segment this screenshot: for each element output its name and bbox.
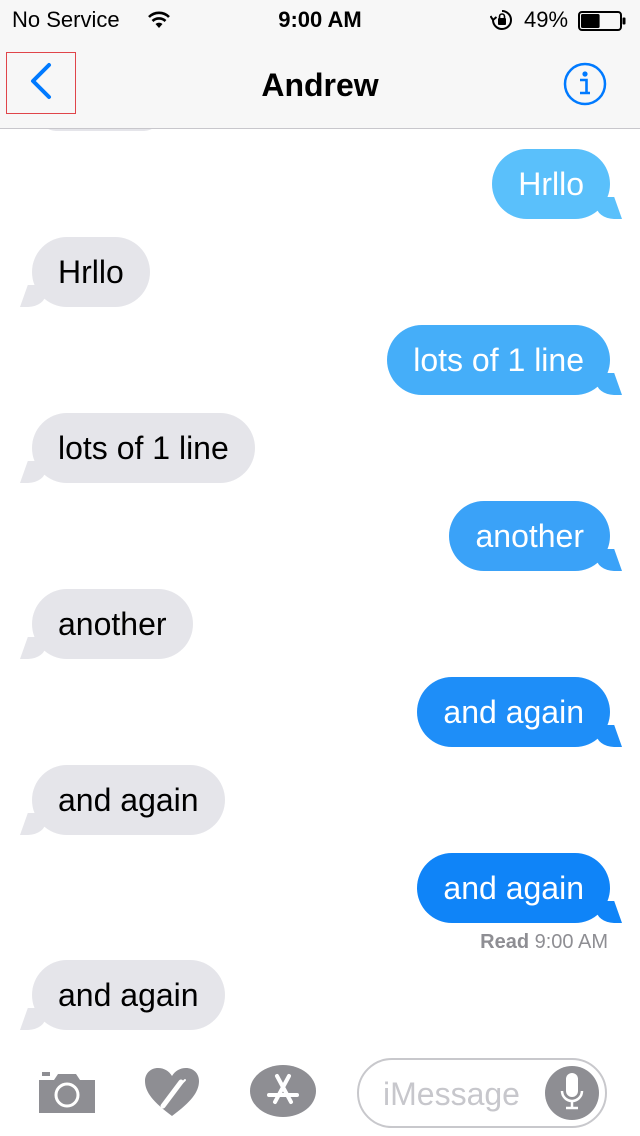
app-store-icon <box>249 1065 317 1122</box>
message-text: lots of 1 line <box>58 430 229 466</box>
navigation-bar: Andrew <box>0 40 640 129</box>
battery-percent: 49% <box>524 7 569 32</box>
read-label: Read <box>480 931 530 953</box>
info-button[interactable] <box>563 62 607 106</box>
battery-icon <box>578 11 628 37</box>
message-text: lots of 1 line <box>413 342 584 378</box>
incoming-message[interactable]: lots of 1 line <box>32 413 255 483</box>
digital-touch-button[interactable] <box>143 1066 201 1123</box>
partial-message-bubble <box>40 129 160 131</box>
camera-icon <box>38 1072 96 1118</box>
outgoing-message[interactable]: and again <box>417 677 610 747</box>
incoming-message[interactable]: another <box>32 589 193 659</box>
message-text: Hrllo <box>58 254 124 290</box>
message-text: Hrllo <box>518 166 584 202</box>
incoming-message[interactable]: and again <box>32 765 225 835</box>
message-text: another <box>58 606 167 642</box>
outgoing-message[interactable]: and again <box>417 853 610 923</box>
conversation-title: Andrew <box>261 67 379 103</box>
message-text: and again <box>58 977 199 1013</box>
incoming-message[interactable]: Hrllo <box>32 237 150 307</box>
microphone-button[interactable] <box>545 1066 599 1120</box>
input-bar: iMessage <box>0 1040 640 1136</box>
microphone-icon <box>559 1071 585 1116</box>
outgoing-message[interactable]: another <box>449 501 610 571</box>
status-bar: No Service 9:00 AM 49% <box>0 0 640 40</box>
outgoing-message[interactable]: lots of 1 line <box>387 325 610 395</box>
read-receipt: Read 9:00 AM <box>480 931 608 954</box>
app-store-button[interactable] <box>249 1064 317 1123</box>
info-icon <box>563 62 607 110</box>
camera-button[interactable] <box>38 1068 96 1119</box>
message-text: and again <box>443 870 584 906</box>
digital-touch-icon <box>143 1068 201 1122</box>
message-list[interactable]: Hrllo Hrllo lots of 1 line lots of 1 lin… <box>0 129 640 1040</box>
message-input-placeholder: iMessage <box>383 1076 520 1112</box>
incoming-message[interactable]: and again <box>32 960 225 1030</box>
read-time: 9:00 AM <box>534 931 608 953</box>
outgoing-message[interactable]: Hrllo <box>492 149 610 219</box>
message-text: and again <box>58 782 199 818</box>
rotation-lock-icon <box>489 9 514 37</box>
message-text: another <box>475 518 584 554</box>
message-text: and again <box>443 694 584 730</box>
message-input[interactable]: iMessage <box>357 1058 607 1128</box>
